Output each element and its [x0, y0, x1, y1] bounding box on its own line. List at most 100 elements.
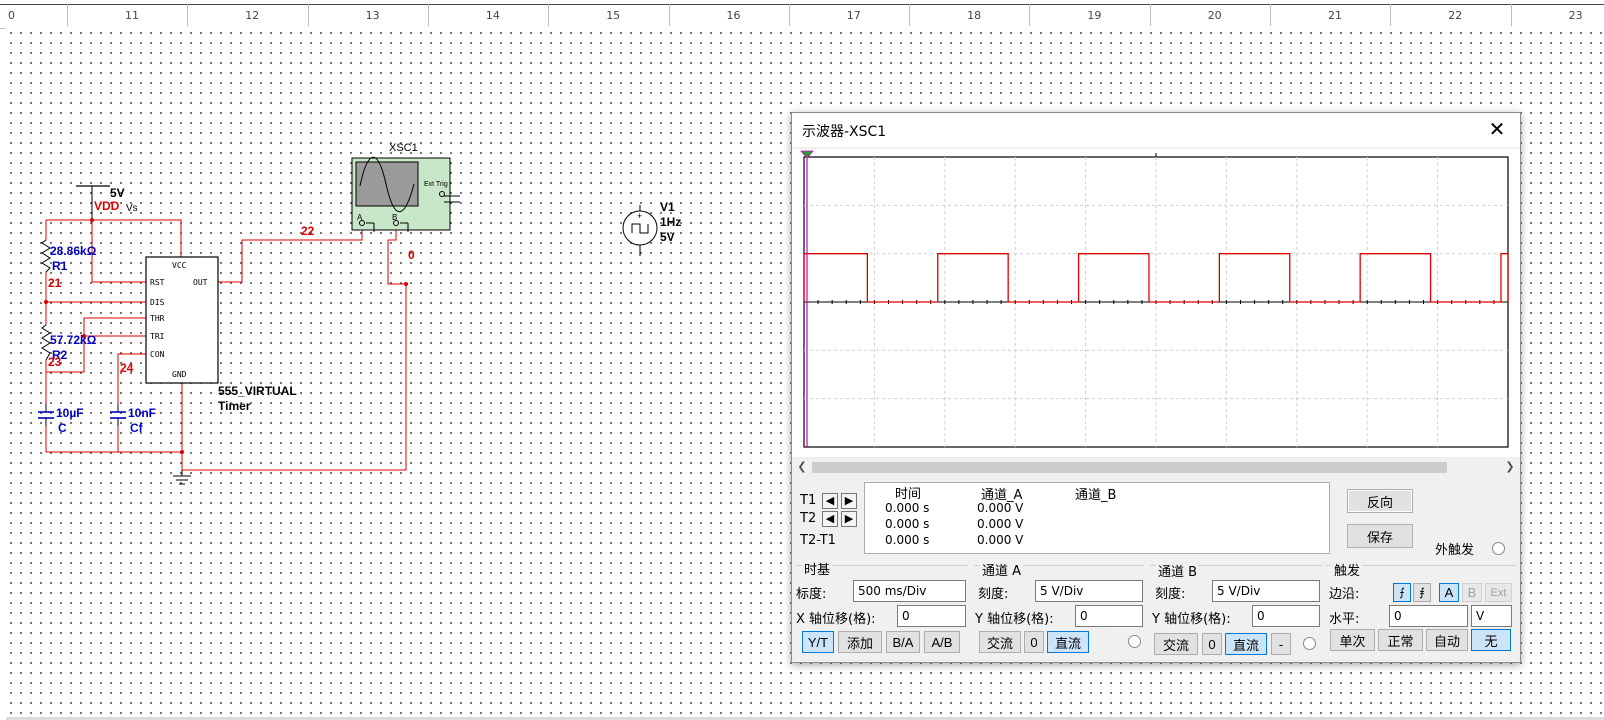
channel-a-title: 通道 A [980, 560, 1024, 579]
ruler-tick [668, 4, 670, 26]
scroll-right-icon[interactable]: ❯ [1502, 459, 1518, 475]
ruler-tick [548, 4, 550, 26]
r1-value: 28.86kΩ [50, 244, 97, 258]
t2-left-arrow-icon[interactable]: ◀ [822, 511, 838, 527]
trigger-source-ext-button[interactable]: Ext [1485, 583, 1512, 602]
ruler-label: 13 [365, 9, 380, 22]
net-21-label: 21 [48, 276, 62, 290]
t1-label: T1 [800, 493, 817, 508]
scroll-thumb[interactable] [812, 462, 1447, 473]
oscilloscope-instrument[interactable]: Ext Trig A B [351, 156, 460, 232]
channel-a-ac-button[interactable]: 交流 [979, 631, 1021, 653]
trigger-single-button[interactable]: 单次 [1330, 629, 1375, 651]
ruler-tick [1270, 4, 1271, 26]
channel-b-scale-label: 刻度: [1155, 587, 1186, 602]
readout-col-time: 时间 [895, 487, 922, 502]
channel-b-ac-button[interactable]: 交流 [1154, 633, 1198, 655]
t1-right-arrow-icon[interactable]: ▶ [841, 493, 857, 509]
t2-label: T2 [800, 511, 817, 526]
channel-a-radio[interactable] [1128, 635, 1141, 648]
ba-mode-button[interactable]: B/A [886, 631, 920, 653]
channel-b-dc-button[interactable]: 直流 [1225, 633, 1267, 655]
channel-a-zero-button[interactable]: 0 [1024, 631, 1044, 653]
ruler-label: 23 [1568, 9, 1583, 22]
trigger-source-a-button[interactable]: A [1439, 583, 1459, 602]
c-name: C [58, 421, 67, 435]
pin-thr: THR [150, 314, 165, 323]
timebase-scale-input[interactable]: 500 ms/Div [853, 580, 966, 602]
scroll-left-icon[interactable]: ❮ [794, 459, 810, 475]
channel-a-ypos-input[interactable]: 0 [1075, 605, 1143, 627]
cf-capacitor[interactable] [110, 411, 126, 419]
reverse-button[interactable]: 反向 [1347, 489, 1413, 513]
window-title: 示波器-XSC1 [802, 124, 887, 140]
timer-555[interactable]: VCC RST OUT DIS THR TRI CON GND [145, 256, 219, 384]
trigger-source-b-button[interactable]: B [1462, 583, 1482, 602]
pin-rst: RST [150, 278, 165, 287]
add-mode-button[interactable]: 添加 [838, 631, 882, 653]
channel-a-scale-label: 刻度: [978, 587, 1009, 602]
timebase-title: 时基 [802, 559, 833, 578]
ruler-tick [307, 4, 309, 26]
xsc-name: XSC1 [389, 142, 418, 154]
ruler-label: 22 [1448, 9, 1463, 22]
trigger-normal-button[interactable]: 正常 [1378, 629, 1423, 651]
v1-clock-source[interactable]: + [622, 205, 658, 256]
net-24-label: 24 [120, 361, 134, 375]
ruler-tick [427, 4, 429, 26]
trigger-level-input[interactable]: 0 [1389, 605, 1468, 627]
t1-left-arrow-icon[interactable]: ◀ [822, 493, 838, 509]
ruler-tick [1390, 4, 1392, 26]
pin-gnd: GND [172, 370, 187, 379]
falling-edge-icon[interactable]: ⨎ [1413, 583, 1431, 602]
channel-b-zero-button[interactable]: 0 [1202, 633, 1222, 655]
channel-a-scale-input[interactable]: 5 V/Div [1035, 580, 1143, 602]
window-titlebar[interactable]: 示波器-XSC1 ✕ [792, 113, 1520, 147]
scope-display [792, 149, 1520, 457]
ruler-label: 20 [1207, 9, 1222, 22]
ground-icon [173, 470, 191, 485]
circuit-schematic: 5V Vs VDD 28.86kΩ R1 21 57.72kΩ R2 23 24… [38, 142, 681, 485]
scope-scrollbar[interactable]: ❮ ❯ [792, 459, 1520, 475]
trigger-none-button[interactable]: 无 [1471, 629, 1511, 651]
close-icon[interactable]: ✕ [1474, 113, 1520, 147]
channel-b-ypos-label: Y 轴位移(格): [1152, 612, 1231, 627]
trigger-title: 触发 [1332, 560, 1363, 579]
channel-b-ypos-input[interactable]: 0 [1252, 605, 1320, 627]
channel-b-minus-button[interactable]: - [1271, 633, 1291, 655]
r1-resistor[interactable] [41, 239, 51, 273]
channel-a-dc-button[interactable]: 直流 [1047, 631, 1089, 653]
v1-amplitude: 5V [660, 230, 675, 244]
ext-trigger-radio[interactable] [1492, 542, 1505, 555]
net-23-label: 23 [48, 355, 62, 369]
ruler-label: 15 [606, 9, 621, 22]
yt-mode-button[interactable]: Y/T [802, 631, 834, 653]
rising-edge-icon[interactable]: ⨍ [1393, 583, 1411, 602]
timebase-scale-label: 标度: [796, 587, 827, 602]
channel-b-radio[interactable] [1303, 637, 1316, 650]
channel-b-title: 通道 B [1156, 561, 1200, 580]
scope-screen[interactable] [794, 149, 1518, 455]
trigger-level-unit[interactable]: V [1471, 605, 1512, 627]
horizontal-ruler: 0 11 12 13 14 15 16 17 18 19 20 21 22 23 [0, 0, 1604, 29]
vcc-voltage: 5V [110, 186, 125, 200]
ruler-label: 17 [846, 9, 861, 22]
ruler-label: 11 [125, 9, 139, 22]
trigger-auto-button[interactable]: 自动 [1426, 629, 1468, 651]
readout-t2t1-time: 0.000 s [885, 533, 930, 547]
timer-name: 555_VIRTUAL [218, 384, 297, 398]
x-position-input[interactable]: 0 [897, 605, 966, 627]
pin-out: OUT [193, 278, 208, 287]
c-capacitor[interactable] [38, 411, 54, 419]
save-button[interactable]: 保存 [1347, 524, 1413, 548]
ab-mode-button[interactable]: A/B [924, 631, 960, 653]
readout-t2-a: 0.000 V [977, 517, 1024, 531]
cf-name: Cf [130, 421, 144, 435]
t2-right-arrow-icon[interactable]: ▶ [841, 511, 857, 527]
ruler-tick [1029, 4, 1031, 26]
channel-b-scale-input[interactable]: 5 V/Div [1212, 580, 1320, 602]
ruler-tick [67, 4, 68, 26]
c-value: 10µF [56, 406, 84, 420]
vcc-overlap-label: Vs [126, 203, 138, 214]
ruler-tick [187, 4, 189, 26]
